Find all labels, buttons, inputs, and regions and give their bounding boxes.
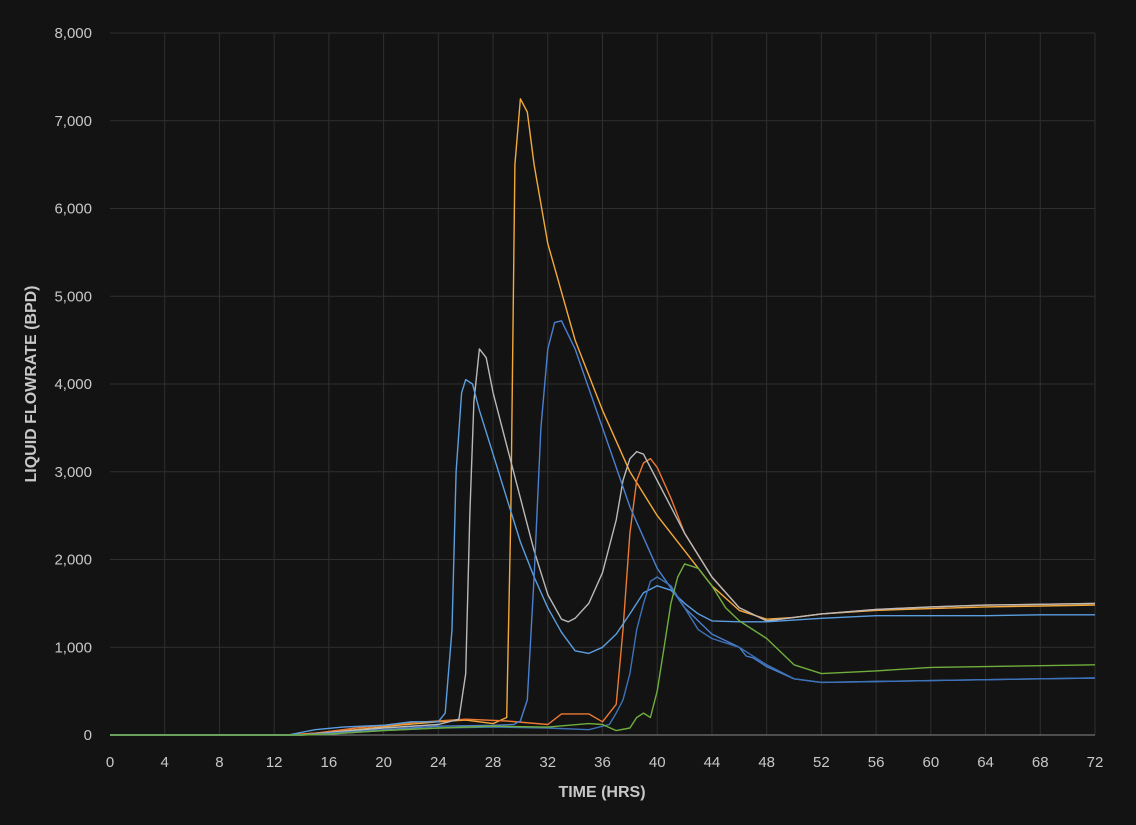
y-tick-label: 5,000 xyxy=(54,288,92,305)
flowrate-chart: 0 4 8 12 16 20 24 28 32 36 40 44 48 52 56 60 64 68 7201,00… xyxy=(23,25,1103,801)
y-axis-title: LIQUID FLOWRATE (BPD) xyxy=(23,285,40,482)
x-tick-label: 44 xyxy=(704,754,721,771)
x-tick-label: 40 xyxy=(649,754,666,771)
x-tick-label: 72 xyxy=(1087,754,1104,771)
x-tick-label: 56 xyxy=(868,754,885,771)
x-tick-label: 32 xyxy=(539,754,556,771)
x-tick-label: 24 xyxy=(430,754,447,771)
x-tick-label: 20 xyxy=(375,754,392,771)
x-axis-title: TIME (HRS) xyxy=(558,784,645,801)
x-tick-label: 4 xyxy=(161,754,169,771)
x-tick-label: 12 xyxy=(266,754,283,771)
x-tick-label: 60 xyxy=(922,754,939,771)
y-tick-label: 0 xyxy=(84,727,92,744)
x-tick-label: 16 xyxy=(321,754,338,771)
x-tick-label: 52 xyxy=(813,754,830,771)
tick-labels: 0 4 8 12 16 20 24 28 32 36 40 44 48 52 56 60 64 68 7201,00… xyxy=(54,25,1103,771)
y-tick-label: 8,000 xyxy=(54,25,92,42)
x-tick-label: 36 xyxy=(594,754,611,771)
x-tick-label: 8 xyxy=(215,754,223,771)
y-tick-label: 7,000 xyxy=(54,113,92,130)
grid xyxy=(110,32,1096,735)
x-tick-label: 0 xyxy=(106,754,114,771)
x-tick-label: 28 xyxy=(485,754,502,771)
y-tick-label: 2,000 xyxy=(54,552,92,569)
x-tick-label: 68 xyxy=(1032,754,1049,771)
x-tick-label: 64 xyxy=(977,754,994,771)
y-tick-label: 4,000 xyxy=(54,376,92,393)
y-tick-label: 6,000 xyxy=(54,201,92,218)
y-tick-label: 1,000 xyxy=(54,639,92,656)
x-tick-label: 48 xyxy=(758,754,775,771)
y-tick-label: 3,000 xyxy=(54,464,92,481)
